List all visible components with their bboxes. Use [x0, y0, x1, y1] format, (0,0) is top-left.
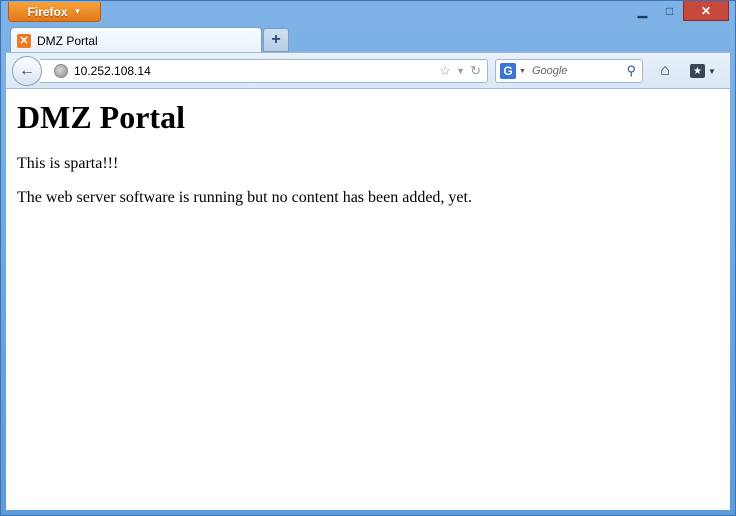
- back-arrow-icon: ←: [19, 62, 35, 79]
- close-icon: ✕: [700, 3, 712, 18]
- bookmark-star-icon[interactable]: ☆: [440, 63, 452, 79]
- url-bar[interactable]: 10.252.108.14 ☆ ▼ ↻: [40, 59, 488, 83]
- page-content: DMZ Portal This is sparta!!! The web ser…: [6, 89, 730, 510]
- new-tab-button[interactable]: +: [263, 28, 289, 52]
- status-text: The web server software is running but n…: [17, 189, 472, 206]
- search-icon[interactable]: ⚲: [626, 63, 636, 79]
- google-icon[interactable]: G: [500, 63, 516, 79]
- firefox-menu-button[interactable]: Firefox ▼: [8, 2, 101, 22]
- intro-text: This is sparta!!!: [17, 155, 119, 172]
- page-heading: DMZ Portal: [17, 99, 185, 135]
- home-icon: ⌂: [660, 62, 670, 79]
- minimize-button[interactable]: ▁: [629, 1, 656, 21]
- close-button[interactable]: ✕: [683, 1, 729, 21]
- firefox-menu-label: Firefox: [27, 4, 68, 19]
- url-text[interactable]: 10.252.108.14: [74, 64, 440, 78]
- chevron-down-icon: ▼: [73, 7, 82, 16]
- bookmarks-icon: ★: [690, 64, 705, 78]
- chevron-down-icon: ▼: [708, 66, 716, 76]
- chevron-down-icon[interactable]: ▼: [519, 68, 526, 75]
- tab-title: DMZ Portal: [37, 33, 98, 48]
- back-button[interactable]: ←: [12, 56, 42, 86]
- plus-icon: +: [271, 31, 281, 48]
- minimize-icon: ▁: [637, 4, 648, 18]
- history-dropdown-icon[interactable]: ▼: [456, 66, 465, 76]
- search-bar[interactable]: G ▼ Google ⚲: [495, 59, 643, 83]
- maximize-button[interactable]: □: [656, 1, 683, 21]
- search-input[interactable]: Google: [532, 65, 627, 77]
- maximize-icon: □: [665, 4, 674, 18]
- browser-window: Firefox ▼ ▁ □ ✕ ✕ DMZ Portal + 10.252.10…: [0, 0, 736, 516]
- home-button[interactable]: ⌂: [654, 61, 676, 81]
- reload-icon[interactable]: ↻: [470, 63, 481, 79]
- bookmarks-button[interactable]: ★ ▼: [690, 62, 724, 80]
- navigation-bar: 10.252.108.14 ☆ ▼ ↻ ← G ▼ Google ⚲ ⌂ ★ ▼: [6, 52, 730, 89]
- globe-icon: [54, 64, 68, 78]
- tab-dmz-portal[interactable]: ✕ DMZ Portal: [10, 27, 262, 53]
- window-controls: ▁ □ ✕: [629, 1, 729, 21]
- xampp-icon: ✕: [17, 33, 31, 48]
